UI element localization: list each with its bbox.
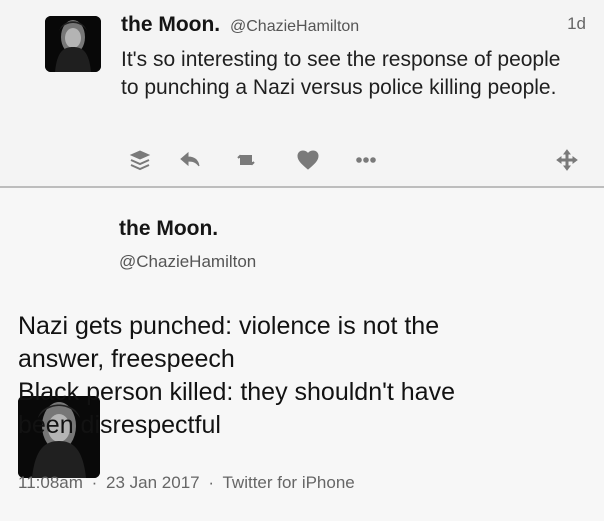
tweet-source[interactable]: Twitter for iPhone (222, 473, 354, 492)
retweet-icon[interactable] (232, 147, 260, 173)
tweet-text-line: been disrespectful (18, 411, 221, 439)
tweet-date[interactable]: 23 Jan 2017 (106, 473, 200, 492)
username[interactable]: @ChazieHamilton (230, 18, 359, 35)
tweet-text: It's so interesting to see the response … (121, 48, 561, 99)
tweet-text-line: Nazi gets punched: violence is not the (18, 312, 440, 340)
meta-separator: · (91, 473, 98, 492)
display-name[interactable]: the Moon. (119, 217, 218, 241)
tweet-age[interactable]: 1d (567, 14, 586, 34)
stack-icon[interactable] (126, 147, 154, 173)
username[interactable]: @ChazieHamilton (119, 252, 256, 272)
tweet-time[interactable]: 11:08am (18, 473, 83, 492)
tweet-actions (126, 147, 586, 173)
reply-icon[interactable] (176, 147, 204, 173)
more-icon[interactable] (352, 147, 380, 173)
move-icon[interactable] (553, 147, 581, 173)
tweet-meta: 11:08am · 23 Jan 2017 · Twitter for iPho… (18, 473, 355, 493)
timeline-tweet[interactable]: the Moon. @ChazieHamilton 1d It's so int… (0, 0, 604, 188)
expanded-tweet[interactable]: the Moon. @ChazieHamilton Nazi gets punc… (0, 188, 604, 521)
display-name[interactable]: the Moon. (121, 13, 220, 36)
tweet-screenshot: the Moon. @ChazieHamilton 1d It's so int… (0, 0, 604, 521)
tweet-text-line: answer, freespeech (18, 345, 235, 373)
avatar-image-icon (45, 16, 101, 72)
tweet-text: Nazi gets punched: violence is not the a… (18, 310, 578, 442)
heart-icon[interactable] (294, 147, 322, 173)
tweet-header: the Moon. @ChazieHamilton (121, 12, 359, 40)
meta-separator: · (208, 473, 215, 492)
profile-avatar[interactable] (45, 16, 101, 72)
tweet-text-line: Black person killed: they shouldn't have (18, 378, 455, 406)
